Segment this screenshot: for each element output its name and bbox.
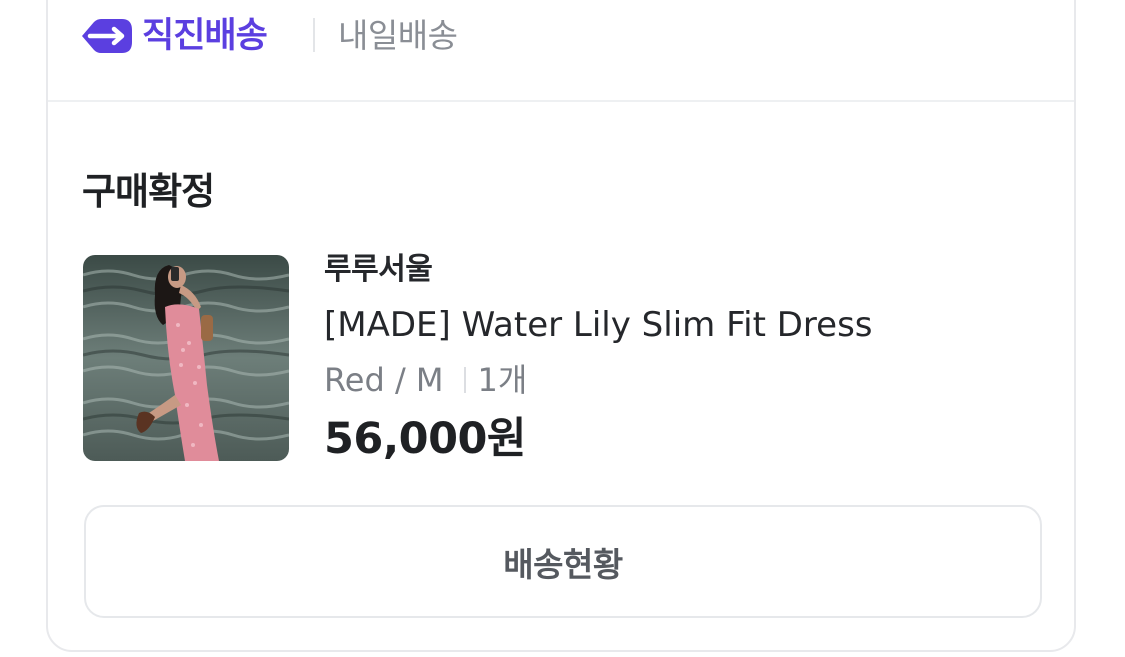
delivery-type-header: 직진배송 내일배송 xyxy=(48,2,1074,102)
product-price: 56,000원 xyxy=(324,414,526,464)
delivery-sub-label: 내일배송 xyxy=(338,16,458,55)
order-status: 구매확정 xyxy=(82,170,215,213)
brand-label: 직진배송 xyxy=(142,16,268,56)
delivery-arrow-icon xyxy=(82,18,134,54)
delivery-status-button[interactable]: 배송현황 xyxy=(84,505,1042,618)
product-image[interactable] xyxy=(83,255,289,461)
product-name[interactable]: [MADE] Water Lily Slim Fit Dress xyxy=(324,304,873,346)
product-quantity: 1개 xyxy=(477,361,528,399)
express-delivery-badge: 직진배송 xyxy=(82,16,268,56)
product-info: 루루서울 [MADE] Water Lily Slim Fit Dress Re… xyxy=(324,250,873,465)
header-divider xyxy=(313,18,315,52)
seller-name[interactable]: 루루서울 xyxy=(324,250,873,290)
product-option: Red / M xyxy=(324,361,444,399)
option-divider xyxy=(463,367,466,393)
order-card: 직진배송 내일배송 구매확정 루루서울 [MADE] Water Lily Sl… xyxy=(46,0,1076,652)
option-row: Red / M 1개 xyxy=(324,359,873,401)
